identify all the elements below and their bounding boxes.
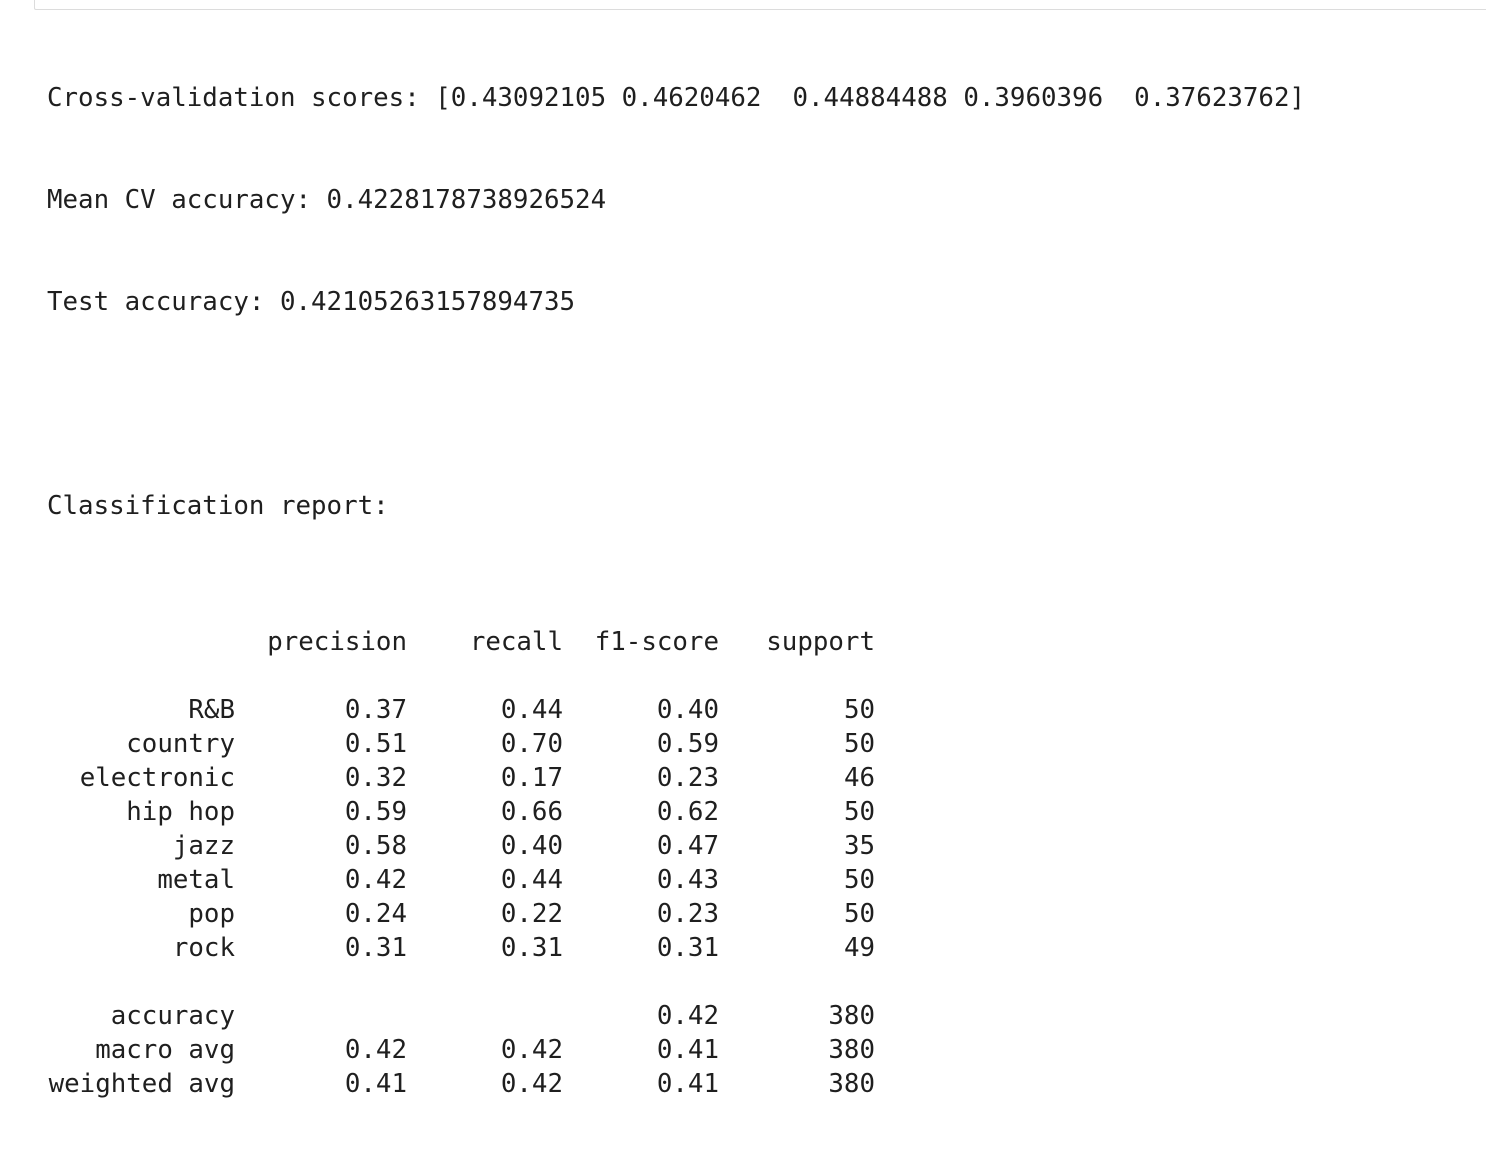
cell-f1: 0.40: [656, 695, 719, 725]
cell-support: 380: [828, 1001, 875, 1031]
column-header-f1-score: f1-score: [594, 627, 719, 657]
blank-cell: [235, 659, 407, 693]
column-header-support: support: [766, 627, 875, 657]
summary-label: accuracy: [110, 1001, 235, 1031]
cell-recall: 0.40: [500, 831, 563, 861]
cell-recall: 0.31: [500, 933, 563, 963]
blank-cell: [407, 965, 563, 999]
cell-precision: 0.59: [344, 797, 407, 827]
cell-precision: 0.42: [344, 865, 407, 895]
cell-support: 50: [843, 865, 875, 895]
cell-support: 49: [843, 933, 875, 963]
cell-f1: 0.23: [656, 899, 719, 929]
cell-precision: 0.37: [344, 695, 407, 725]
cell-recall: 0.42: [500, 1069, 563, 1099]
blank-cell: [563, 965, 719, 999]
row-label: metal: [157, 865, 235, 895]
cell-recall: 0.44: [500, 865, 563, 895]
cell-support: 50: [843, 695, 875, 725]
row-label: rock: [172, 933, 235, 963]
cell-f1: 0.41: [656, 1069, 719, 1099]
cell-support: 50: [843, 797, 875, 827]
cell-border: [34, 0, 1486, 10]
cell-f1: 0.43: [656, 865, 719, 895]
cell-precision: 0.32: [344, 763, 407, 793]
row-label: pop: [188, 899, 235, 929]
blank-cell: [47, 659, 235, 693]
classification-report-table: precision recall f1-score support R&B 0.…: [47, 625, 1305, 1101]
cell-precision: 0.31: [344, 933, 407, 963]
cell-f1: 0.59: [656, 729, 719, 759]
cell-support: 50: [843, 899, 875, 929]
cell-precision: 0.58: [344, 831, 407, 861]
output-cell: Cross-validation scores: [0.43092105 0.4…: [0, 0, 1486, 1099]
cell-precision: 0.24: [344, 899, 407, 929]
test-accuracy-line: Test accuracy: 0.42105263157894735: [47, 287, 576, 317]
cell-f1: 0.41: [656, 1035, 719, 1065]
blank-cell: [47, 965, 235, 999]
cell-f1: 0.23: [656, 763, 719, 793]
cell-support: 380: [828, 1069, 875, 1099]
cell-recall: 0.44: [500, 695, 563, 725]
cell-recall: 0.22: [500, 899, 563, 929]
cell-precision: [235, 999, 407, 1033]
cv-scores-line: Cross-validation scores: [0.43092105 0.4…: [47, 83, 1306, 113]
report-title: Classification report:: [47, 491, 389, 521]
cell-f1: 0.47: [656, 831, 719, 861]
blank-cell: [563, 659, 719, 693]
mean-cv-accuracy-line: Mean CV accuracy: 0.4228178738926524: [47, 185, 607, 215]
cell-support: 46: [843, 763, 875, 793]
cell-precision: 0.41: [344, 1069, 407, 1099]
cell-f1: 0.31: [656, 933, 719, 963]
column-header-recall: recall: [469, 627, 563, 657]
output-text: Cross-validation scores: [0.43092105 0.4…: [47, 13, 1305, 1169]
cell-recall: 0.42: [500, 1035, 563, 1065]
row-label: electronic: [79, 763, 235, 793]
cell-support: 50: [843, 729, 875, 759]
cell-recall: 0.70: [500, 729, 563, 759]
cell-precision: 0.51: [344, 729, 407, 759]
cell-f1: 0.42: [656, 1001, 719, 1031]
blank-cell: [719, 965, 875, 999]
cell-recall: 0.17: [500, 763, 563, 793]
cell-support: 35: [843, 831, 875, 861]
cell-recall: [407, 999, 563, 1033]
blank-cell: [719, 659, 875, 693]
column-header-precision: precision: [267, 627, 407, 657]
cell-support: 380: [828, 1035, 875, 1065]
summary-label: macro avg: [95, 1035, 235, 1065]
row-label: country: [126, 729, 235, 759]
summary-label: weighted avg: [48, 1069, 235, 1099]
row-label: jazz: [172, 831, 235, 861]
blank-cell: [235, 965, 407, 999]
header-empty: [47, 625, 235, 659]
row-label: hip hop: [126, 797, 235, 827]
row-label: R&B: [188, 695, 235, 725]
cell-recall: 0.66: [500, 797, 563, 827]
cell-precision: 0.42: [344, 1035, 407, 1065]
blank-cell: [407, 659, 563, 693]
cell-f1: 0.62: [656, 797, 719, 827]
